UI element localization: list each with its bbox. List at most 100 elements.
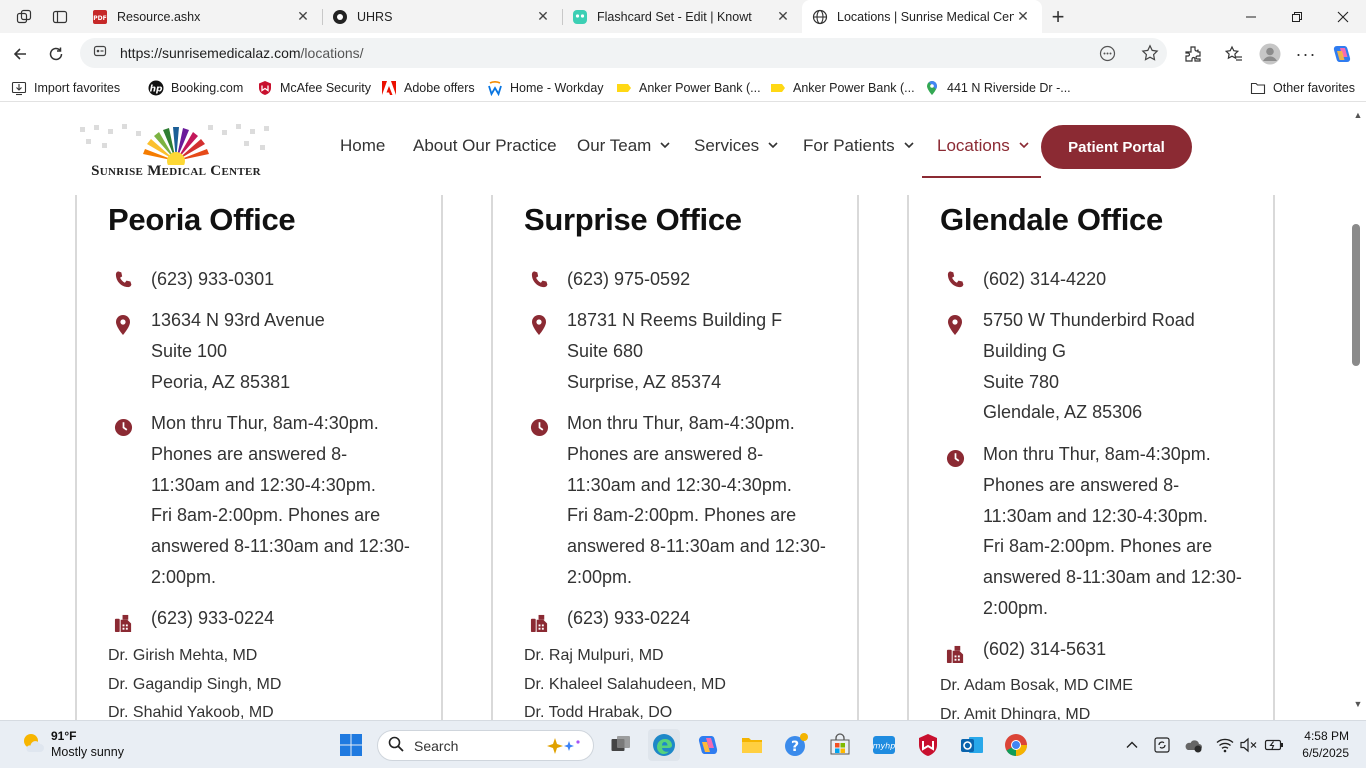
close-window-icon[interactable]: [1320, 0, 1366, 33]
url-field[interactable]: https://sunrisemedicalaz.com/locations/: [80, 38, 1167, 68]
hours-line: 2:00pm.: [151, 566, 217, 587]
doctor-name[interactable]: Dr. Girish Mehta, MD: [108, 647, 257, 665]
chevron-down-icon: [1019, 140, 1029, 152]
site-logo[interactable]: Sunrise Medical Center: [74, 121, 278, 183]
fax-number[interactable]: (623) 933-0224: [151, 603, 431, 634]
nav-services[interactable]: Services: [694, 135, 778, 157]
hours-line: answered 8-11:30am and 12:30-: [983, 567, 1242, 588]
nav-our-team[interactable]: Our Team: [577, 135, 670, 157]
page-scrollbar[interactable]: [1349, 103, 1366, 720]
weather-temp: 91°F: [51, 729, 77, 743]
minimize-icon[interactable]: [1228, 0, 1274, 33]
reading-mode-icon[interactable]: [1099, 45, 1116, 67]
scroll-down-icon[interactable]: ▼: [1350, 697, 1366, 711]
favorite-booking[interactable]: hp Booking.com: [148, 79, 243, 97]
doctor-name[interactable]: Dr. Khaleel Salahudeen, MD: [524, 676, 726, 694]
hours-line: 11:30am and 12:30-4:30pm.: [983, 505, 1208, 526]
chevron-up-icon[interactable]: [1116, 729, 1148, 761]
file-explorer-icon[interactable]: [736, 729, 768, 761]
column-divider: [857, 195, 859, 720]
doctor-name[interactable]: Dr. Todd Hrabak, DO: [524, 704, 672, 720]
help-icon[interactable]: ?: [780, 729, 812, 761]
taskbar-search[interactable]: Search: [377, 730, 594, 761]
nav-locations[interactable]: Locations: [937, 135, 1029, 157]
clock-time[interactable]: 4:58 PM: [1301, 729, 1349, 743]
close-icon[interactable]: ✕: [294, 8, 312, 26]
phone-number[interactable]: (602) 314-4220: [983, 264, 1263, 295]
favorite-star-icon[interactable]: [1141, 44, 1159, 67]
mcafee-taskbar-icon[interactable]: [912, 729, 944, 761]
new-tab-icon[interactable]: +: [1046, 4, 1070, 29]
doctor-name[interactable]: Dr. Gagandip Singh, MD: [108, 676, 281, 694]
battery-icon[interactable]: [1258, 729, 1290, 761]
phone-number[interactable]: (623) 975-0592: [567, 264, 847, 295]
hours-block: Mon thru Thur, 8am-4:30pm. Phones are an…: [151, 408, 431, 593]
profile-avatar-icon[interactable]: [1256, 40, 1284, 68]
favorite-anker-1[interactable]: Anker Power Bank (...: [616, 79, 761, 97]
site-info-icon[interactable]: [92, 43, 108, 64]
workspaces-icon[interactable]: [12, 5, 36, 29]
tab-label: Locations | Sunrise Medical Cente: [837, 9, 1014, 24]
tab-uhrs[interactable]: UHRS ✕: [322, 0, 562, 33]
back-arrow-icon[interactable]: [6, 40, 34, 68]
address-line: Peoria, AZ 85381: [151, 371, 291, 392]
column-divider: [75, 195, 77, 720]
nav-label: For Patients: [803, 136, 895, 155]
copilot-icon[interactable]: [1328, 40, 1356, 68]
onedrive-icon[interactable]: [1177, 729, 1209, 761]
nav-for-patients[interactable]: For Patients: [803, 135, 914, 157]
map-pin-icon: [529, 315, 549, 335]
outlook-icon[interactable]: [956, 729, 988, 761]
edge-taskbar-icon[interactable]: [648, 729, 680, 761]
close-icon[interactable]: ✕: [1014, 8, 1032, 26]
close-icon[interactable]: ✕: [534, 8, 552, 26]
doctor-name[interactable]: Dr. Amit Dhingra, MD: [940, 706, 1090, 720]
favorite-label: 441 N Riverside Dr -...: [947, 81, 1071, 95]
hours-line: Fri 8am-2:00pm. Phones are: [567, 505, 797, 526]
microsoft-store-icon[interactable]: [824, 729, 856, 761]
refresh-icon[interactable]: [42, 40, 70, 68]
weather-widget[interactable]: 91°F Mostly sunny: [20, 728, 161, 762]
tab-locations[interactable]: Locations | Sunrise Medical Cente ✕: [802, 0, 1042, 33]
scrollbar-thumb[interactable]: [1352, 224, 1360, 366]
nav-about[interactable]: About Our Practice: [413, 135, 557, 157]
nav-home[interactable]: Home: [340, 135, 385, 157]
doctor-name[interactable]: Dr. Adam Bosak, MD CIME: [940, 677, 1133, 695]
more-options-icon[interactable]: ···: [1292, 40, 1320, 68]
fax-number[interactable]: (602) 314-5631: [983, 634, 1263, 665]
favorite-workday[interactable]: Home - Workday: [487, 79, 604, 97]
mcafee-icon: [257, 80, 273, 96]
phone-number[interactable]: (623) 933-0301: [151, 264, 431, 295]
fax-icon: [529, 613, 549, 633]
close-icon[interactable]: ✕: [774, 8, 792, 26]
favorite-import[interactable]: Import favorites: [11, 79, 120, 97]
tab-actions-icon[interactable]: [48, 5, 72, 29]
favorite-anker-2[interactable]: Anker Power Bank (...: [770, 79, 915, 97]
favorite-other[interactable]: Other favorites: [1250, 79, 1355, 97]
address-line: Suite 680: [567, 340, 644, 361]
chrome-icon[interactable]: [1000, 729, 1032, 761]
url-text: https://sunrisemedicalaz.com/locations/: [120, 45, 364, 61]
sync-icon[interactable]: [1146, 729, 1178, 761]
extensions-icon[interactable]: [1179, 40, 1207, 68]
doctor-name[interactable]: Dr. Raj Mulpuri, MD: [524, 647, 664, 665]
myhp-icon[interactable]: myhp: [868, 729, 900, 761]
patient-portal-button[interactable]: Patient Portal: [1041, 125, 1192, 169]
restore-icon[interactable]: [1274, 0, 1320, 33]
doctor-name[interactable]: Dr. Shahid Yakoob, MD: [108, 704, 274, 720]
favorites-icon[interactable]: [1220, 40, 1248, 68]
windows-start-icon[interactable]: [335, 729, 367, 761]
tab-resource[interactable]: PDF Resource.ashx ✕: [82, 0, 322, 33]
scroll-up-icon[interactable]: ▲: [1350, 108, 1366, 122]
column-divider: [907, 195, 909, 720]
favorite-riverside[interactable]: 441 N Riverside Dr -...: [924, 79, 1071, 97]
favorite-adobe[interactable]: Adobe offers: [381, 79, 475, 97]
copilot-taskbar-icon[interactable]: [692, 729, 724, 761]
tab-knowt[interactable]: Flashcard Set - Edit | Knowt ✕: [562, 0, 802, 33]
favorite-mcafee[interactable]: McAfee Security: [257, 79, 371, 97]
hours-line: Phones are answered 8-: [151, 443, 348, 464]
clock-date[interactable]: 6/5/2025: [1293, 746, 1349, 760]
task-view-icon[interactable]: [605, 729, 637, 761]
fax-number[interactable]: (623) 933-0224: [567, 603, 847, 634]
fax-icon: [113, 613, 133, 633]
